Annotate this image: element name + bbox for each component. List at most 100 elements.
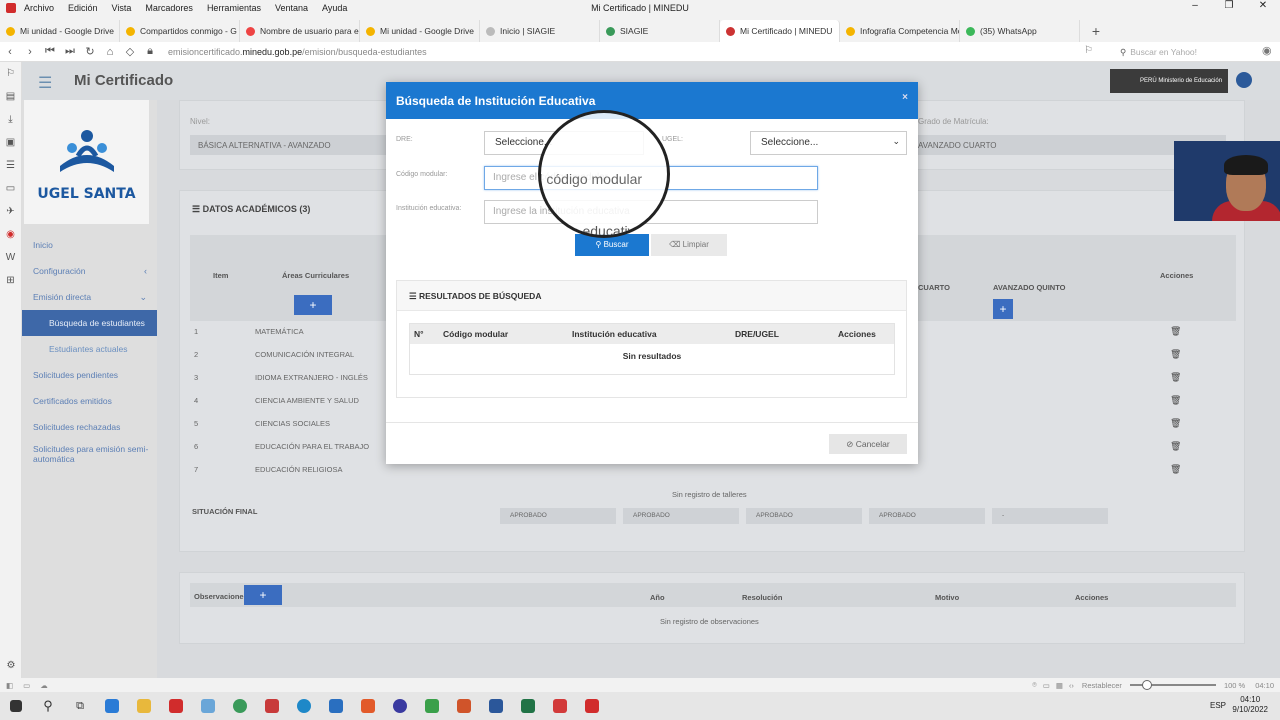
powerpoint-icon[interactable] bbox=[448, 692, 480, 720]
brave-icon[interactable] bbox=[352, 692, 384, 720]
store-icon[interactable] bbox=[96, 692, 128, 720]
ugel-select[interactable]: Seleccione... ⌄ bbox=[750, 131, 907, 155]
history-icon[interactable]: ▣ bbox=[0, 131, 21, 154]
notes-icon[interactable]: ☰ bbox=[0, 154, 21, 177]
edge-icon[interactable] bbox=[288, 692, 320, 720]
windows-start-icon[interactable] bbox=[0, 692, 32, 720]
reset-zoom-label[interactable]: Restablecer bbox=[1082, 681, 1122, 690]
bookmark-icon[interactable]: ⚐ bbox=[1084, 45, 1093, 56]
language-indicator[interactable]: ESP bbox=[1210, 701, 1226, 710]
tab-mi-certificado[interactable]: Mi Certificado | MINEDU bbox=[720, 20, 840, 42]
cancelar-button[interactable]: ⊘ Cancelar bbox=[829, 434, 907, 454]
sidebar-item-configuracion[interactable]: Configuración ‹ bbox=[22, 258, 157, 284]
menu-edicion[interactable]: Edición bbox=[68, 3, 98, 13]
mail-icon[interactable] bbox=[320, 692, 352, 720]
delete-icon[interactable]: 🗑︎ bbox=[1170, 326, 1181, 337]
reload-icon[interactable]: ↻ bbox=[80, 45, 100, 58]
task-view-icon[interactable]: ⧉ bbox=[64, 692, 96, 720]
page-actions-icon[interactable]: ▭ bbox=[1043, 681, 1050, 690]
sidebar-item-estudiantes-actuales[interactable]: Estudiantes actuales bbox=[22, 336, 157, 362]
tile-icon[interactable]: ▭ bbox=[23, 681, 30, 690]
tab-drive-2[interactable]: Mi unidad - Google Drive bbox=[360, 20, 480, 42]
file-explorer-icon[interactable] bbox=[128, 692, 160, 720]
word-icon[interactable] bbox=[480, 692, 512, 720]
bookmarks-panel-icon[interactable]: ⚐ bbox=[0, 62, 21, 85]
menu-ayuda[interactable]: Ayuda bbox=[322, 3, 347, 13]
panel-toggle-icon[interactable]: ◧ bbox=[6, 681, 13, 690]
code-icon[interactable]: ‹› bbox=[1069, 681, 1074, 690]
chrome-icon[interactable] bbox=[224, 692, 256, 720]
app-icon[interactable] bbox=[256, 692, 288, 720]
hamburger-icon[interactable]: ☰ bbox=[38, 73, 52, 93]
sidebar-item-inicio[interactable]: Inicio bbox=[22, 232, 157, 258]
zoom-slider-thumb[interactable] bbox=[1141, 680, 1152, 690]
delete-icon[interactable]: 🗑︎ bbox=[1170, 441, 1181, 452]
situacion-select[interactable]: APROBADO bbox=[623, 508, 739, 524]
shield-icon[interactable]: ◇ bbox=[120, 45, 140, 58]
vivaldi-app-icon[interactable] bbox=[576, 692, 608, 720]
window-panel-icon[interactable]: ▭ bbox=[0, 177, 21, 200]
sidebar-item-emision-directa[interactable]: Emisión directa ⌄ bbox=[22, 284, 157, 310]
menu-herramientas[interactable]: Herramientas bbox=[207, 3, 261, 13]
settings-icon[interactable]: ⚙ bbox=[0, 654, 22, 677]
system-clock[interactable]: 04:10 9/10/2022 bbox=[1232, 695, 1268, 715]
menu-archivo[interactable]: Archivo bbox=[24, 3, 54, 13]
camera-icon[interactable]: ⌾ bbox=[1032, 680, 1037, 690]
zoom-slider[interactable] bbox=[1129, 680, 1216, 690]
situacion-select[interactable]: APROBADO bbox=[746, 508, 862, 524]
tab-compartidos[interactable]: Compartidos conmigo - G bbox=[120, 20, 240, 42]
wikipedia-icon[interactable]: W bbox=[0, 246, 21, 269]
sidebar-item-busqueda-estudiantes[interactable]: Búsqueda de estudiantes bbox=[22, 310, 157, 336]
downloads-icon[interactable]: ⤓ bbox=[0, 108, 21, 131]
home-icon[interactable]: ⌂ bbox=[100, 46, 120, 58]
user-avatar-icon[interactable] bbox=[1236, 72, 1252, 88]
limpiar-button[interactable]: ⌫ Limpiar bbox=[651, 234, 727, 256]
app-icon[interactable] bbox=[544, 692, 576, 720]
back-icon[interactable]: ‹ bbox=[0, 46, 20, 58]
rewind-icon[interactable]: ⏮ bbox=[40, 45, 60, 58]
search-field[interactable]: ⚲ Buscar en Yahoo! bbox=[1120, 44, 1252, 60]
close-icon[interactable]: × bbox=[902, 92, 908, 103]
add-observacion-button[interactable]: + bbox=[244, 585, 282, 605]
sidebar-item-solicitudes-pendientes[interactable]: Solicitudes pendientes bbox=[22, 362, 157, 388]
situacion-select[interactable]: - bbox=[992, 508, 1108, 524]
delete-icon[interactable]: 🗑︎ bbox=[1170, 349, 1181, 360]
tab-infografia[interactable]: Infografía Competencia Mo bbox=[840, 20, 960, 42]
sidebar-item-solicitudes-rechazadas[interactable]: Solicitudes rechazadas bbox=[22, 414, 157, 440]
add-area-button[interactable]: + bbox=[294, 295, 332, 315]
translate-icon[interactable]: ✈ bbox=[0, 200, 21, 223]
search-icon[interactable]: ⚲ bbox=[32, 692, 64, 720]
menu-marcadores[interactable]: Marcadores bbox=[145, 3, 193, 13]
camtasia-icon[interactable] bbox=[416, 692, 448, 720]
situacion-select[interactable]: APROBADO bbox=[869, 508, 985, 524]
sidebar-item-semi-automatica[interactable]: Solicitudes para emisión semi-automática bbox=[22, 440, 157, 472]
add-quinto-button[interactable]: + bbox=[993, 299, 1013, 319]
delete-icon[interactable]: 🗑︎ bbox=[1170, 464, 1181, 475]
new-tab-icon[interactable]: + bbox=[1086, 21, 1106, 41]
app-icon[interactable] bbox=[384, 692, 416, 720]
menu-ventana[interactable]: Ventana bbox=[275, 3, 308, 13]
vivaldi-logo-icon[interactable] bbox=[6, 3, 16, 13]
delete-icon[interactable]: 🗑︎ bbox=[1170, 395, 1181, 406]
tab-whatsapp[interactable]: (35) WhatsApp bbox=[960, 20, 1080, 42]
maximize-icon[interactable]: ❐ bbox=[1212, 0, 1246, 11]
add-panel-icon[interactable]: ⊞ bbox=[0, 269, 21, 292]
menu-vista[interactable]: Vista bbox=[112, 3, 132, 13]
fast-forward-icon[interactable]: ⏭ bbox=[60, 45, 80, 58]
delete-icon[interactable]: 🗑︎ bbox=[1170, 418, 1181, 429]
images-icon[interactable]: ▦ bbox=[1056, 681, 1063, 690]
tab-drive-1[interactable]: Mi unidad - Google Drive bbox=[0, 20, 120, 42]
excel-icon[interactable] bbox=[512, 692, 544, 720]
vivaldi-app-icon[interactable] bbox=[160, 692, 192, 720]
reading-list-icon[interactable]: ▤ bbox=[0, 85, 21, 108]
app-icon[interactable] bbox=[192, 692, 224, 720]
extensions-icon[interactable]: ◉ bbox=[1262, 44, 1272, 57]
sidebar-item-certificados-emitidos[interactable]: Certificados emitidos bbox=[22, 388, 157, 414]
vivaldi-panel-icon[interactable]: ◉ bbox=[0, 223, 21, 246]
delete-icon[interactable]: 🗑︎ bbox=[1170, 372, 1181, 383]
tab-siagie[interactable]: SIAGIE bbox=[600, 20, 720, 42]
cloud-icon[interactable]: ☁ bbox=[40, 681, 48, 690]
forward-icon[interactable]: › bbox=[20, 46, 40, 58]
tab-usuario[interactable]: Nombre de usuario para el bbox=[240, 20, 360, 42]
url-field[interactable]: emisioncertificado.minedu.gob.pe/emision… bbox=[168, 47, 427, 57]
